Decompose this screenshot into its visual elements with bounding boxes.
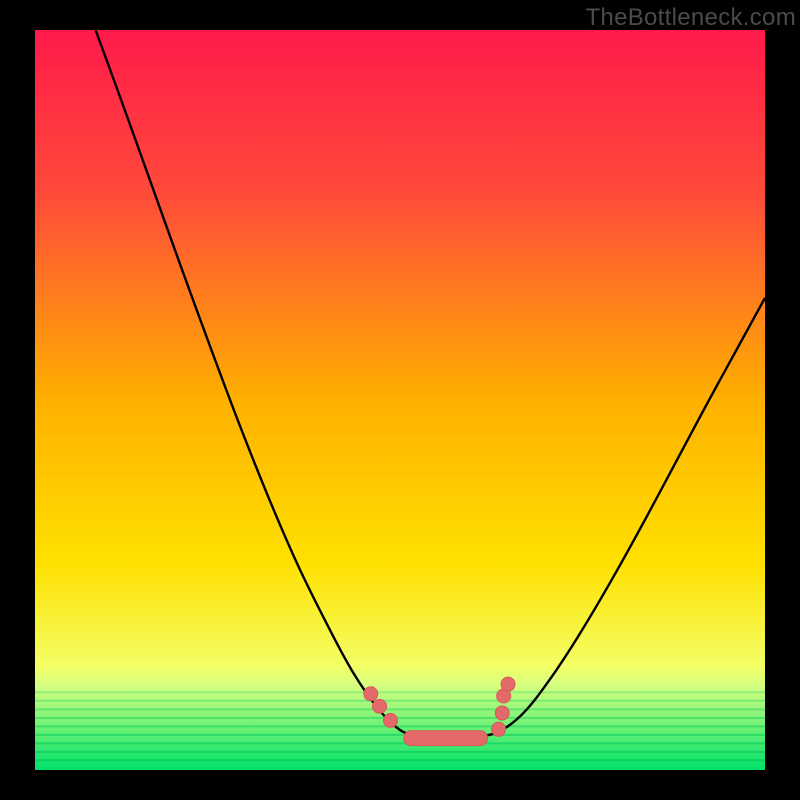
marker-right-0 [492,722,506,736]
marker-right-1 [495,706,509,720]
marker-floor-bar [404,731,488,746]
bottleneck-chart [35,30,765,770]
marker-left-2 [384,713,398,727]
gradient-background [35,30,765,770]
marker-left-1 [373,699,387,713]
outer-frame: TheBottleneck.com [0,0,800,800]
marker-right-3 [501,677,515,691]
marker-left-0 [364,687,378,701]
watermark-text: TheBottleneck.com [585,4,796,32]
